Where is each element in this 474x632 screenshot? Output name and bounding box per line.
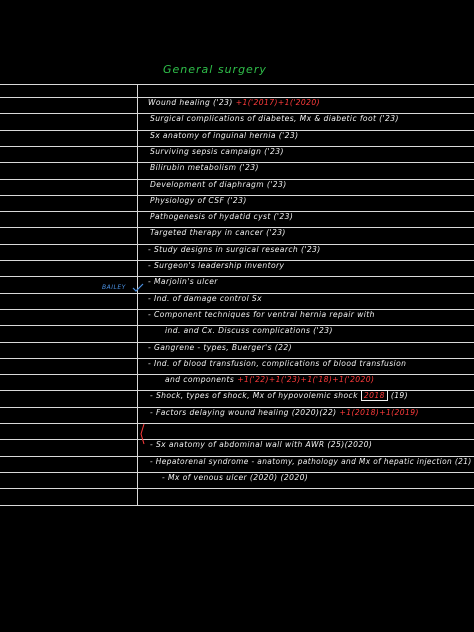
boxed-year: 2018	[360, 390, 388, 402]
topic-entry: - Marjolin's ulcer	[148, 277, 218, 286]
topic-text: Sx anatomy of inguinal hernia ('23)	[150, 130, 299, 140]
topic-entry: Bilirubin metabolism ('23)	[150, 163, 259, 172]
topic-text: Development of diaphragm ('23)	[150, 179, 287, 189]
topic-entry: - Ind. of blood transfusion, complicatio…	[148, 359, 406, 368]
repeat-year-note: +1('22)+1('23)+1('18)+1('2020)	[237, 375, 375, 385]
topic-entry: and components +1('22)+1('23)+1('18)+1('2…	[165, 375, 374, 384]
topic-text: and components	[165, 375, 235, 385]
topic-entry: - Mx of venous ulcer (2020) (2020)	[162, 473, 308, 482]
repeat-year-note: +1(2018)+1(2019)	[339, 407, 419, 417]
topic-text: - Ind. of blood transfusion, complicatio…	[148, 358, 407, 368]
topic-text: Surviving sepsis campaign ('23)	[150, 146, 284, 156]
topic-entry: - Sx anatomy of abdominal wall with AWR …	[150, 440, 372, 449]
topic-entry: ind. and Cx. Discuss complications ('23)	[165, 326, 333, 335]
topic-entry: Surgical complications of diabetes, Mx &…	[150, 114, 399, 123]
topic-entry: Surviving sepsis campaign ('23)	[150, 147, 284, 156]
topic-entry: - Ind. of damage control Sx	[148, 294, 262, 303]
repeat-year-note: +1('2017)+1('2020)	[235, 98, 320, 107]
topic-entry: - Gangrene - types, Buerger's (22)	[148, 343, 292, 352]
topic-entry: - Factors delaying wound healing (2020)(…	[150, 408, 419, 417]
topic-list: Wound healing ('23) +1('2017)+1('2020) Sur…	[0, 0, 474, 632]
year-note: (19)	[390, 391, 409, 401]
topic-text: ind. and Cx. Discuss complications ('23)	[165, 326, 333, 336]
topic-text: - Ind. of damage control Sx	[148, 293, 263, 303]
topic-text: Targeted therapy in cancer ('23)	[150, 228, 286, 238]
topic-text: Wound healing ('23)	[148, 98, 233, 107]
topic-entry: Development of diaphragm ('23)	[150, 180, 287, 189]
topic-text: Surgical complications of diabetes, Mx &…	[150, 114, 399, 124]
topic-text: - Hepatorenal syndrome - anatomy, pathol…	[150, 456, 472, 466]
topic-entry: Wound healing ('23) +1('2017)+1('2020)	[148, 98, 320, 107]
topic-text: - Shock, types of shock, Mx of hypovolem…	[150, 391, 358, 401]
topic-text: - Factors delaying wound healing (2020)(…	[150, 407, 337, 417]
topic-text: - Component techniques for ventral herni…	[148, 309, 375, 319]
topic-entry: - Shock, types of shock, Mx of hypovolem…	[150, 390, 409, 402]
topic-text: - Mx of venous ulcer (2020)	[162, 472, 278, 482]
topic-text: - Marjolin's ulcer	[148, 277, 218, 287]
topic-entry: - Hepatorenal syndrome - anatomy, pathol…	[150, 457, 472, 466]
topic-entry: Pathogenesis of hydatid cyst ('23)	[150, 212, 293, 221]
topic-entry: Sx anatomy of inguinal hernia ('23)	[150, 131, 298, 140]
topic-entry: - Study designs in surgical research ('2…	[148, 245, 321, 254]
topic-text: Pathogenesis of hydatid cyst ('23)	[150, 212, 294, 222]
topic-text: Bilirubin metabolism ('23)	[150, 163, 259, 173]
topic-entry: Targeted therapy in cancer ('23)	[150, 228, 286, 237]
topic-entry: - Component techniques for ventral herni…	[148, 310, 375, 319]
year-note: (2020)	[280, 472, 309, 482]
topic-entry: - Surgeon's leadership inventory	[148, 261, 284, 270]
topic-text: - Gangrene - types, Buerger's (22)	[148, 342, 292, 352]
topic-entry: Physiology of CSF ('23)	[150, 196, 247, 205]
topic-text: - Sx anatomy of abdominal wall with AWR …	[150, 440, 373, 450]
topic-text: - Surgeon's leadership inventory	[148, 261, 285, 270]
notebook-page: General surgery BAILEY Wound healing ('2…	[0, 0, 474, 632]
topic-text: Physiology of CSF ('23)	[150, 195, 247, 205]
topic-text: - Study designs in surgical research ('2…	[148, 244, 321, 254]
